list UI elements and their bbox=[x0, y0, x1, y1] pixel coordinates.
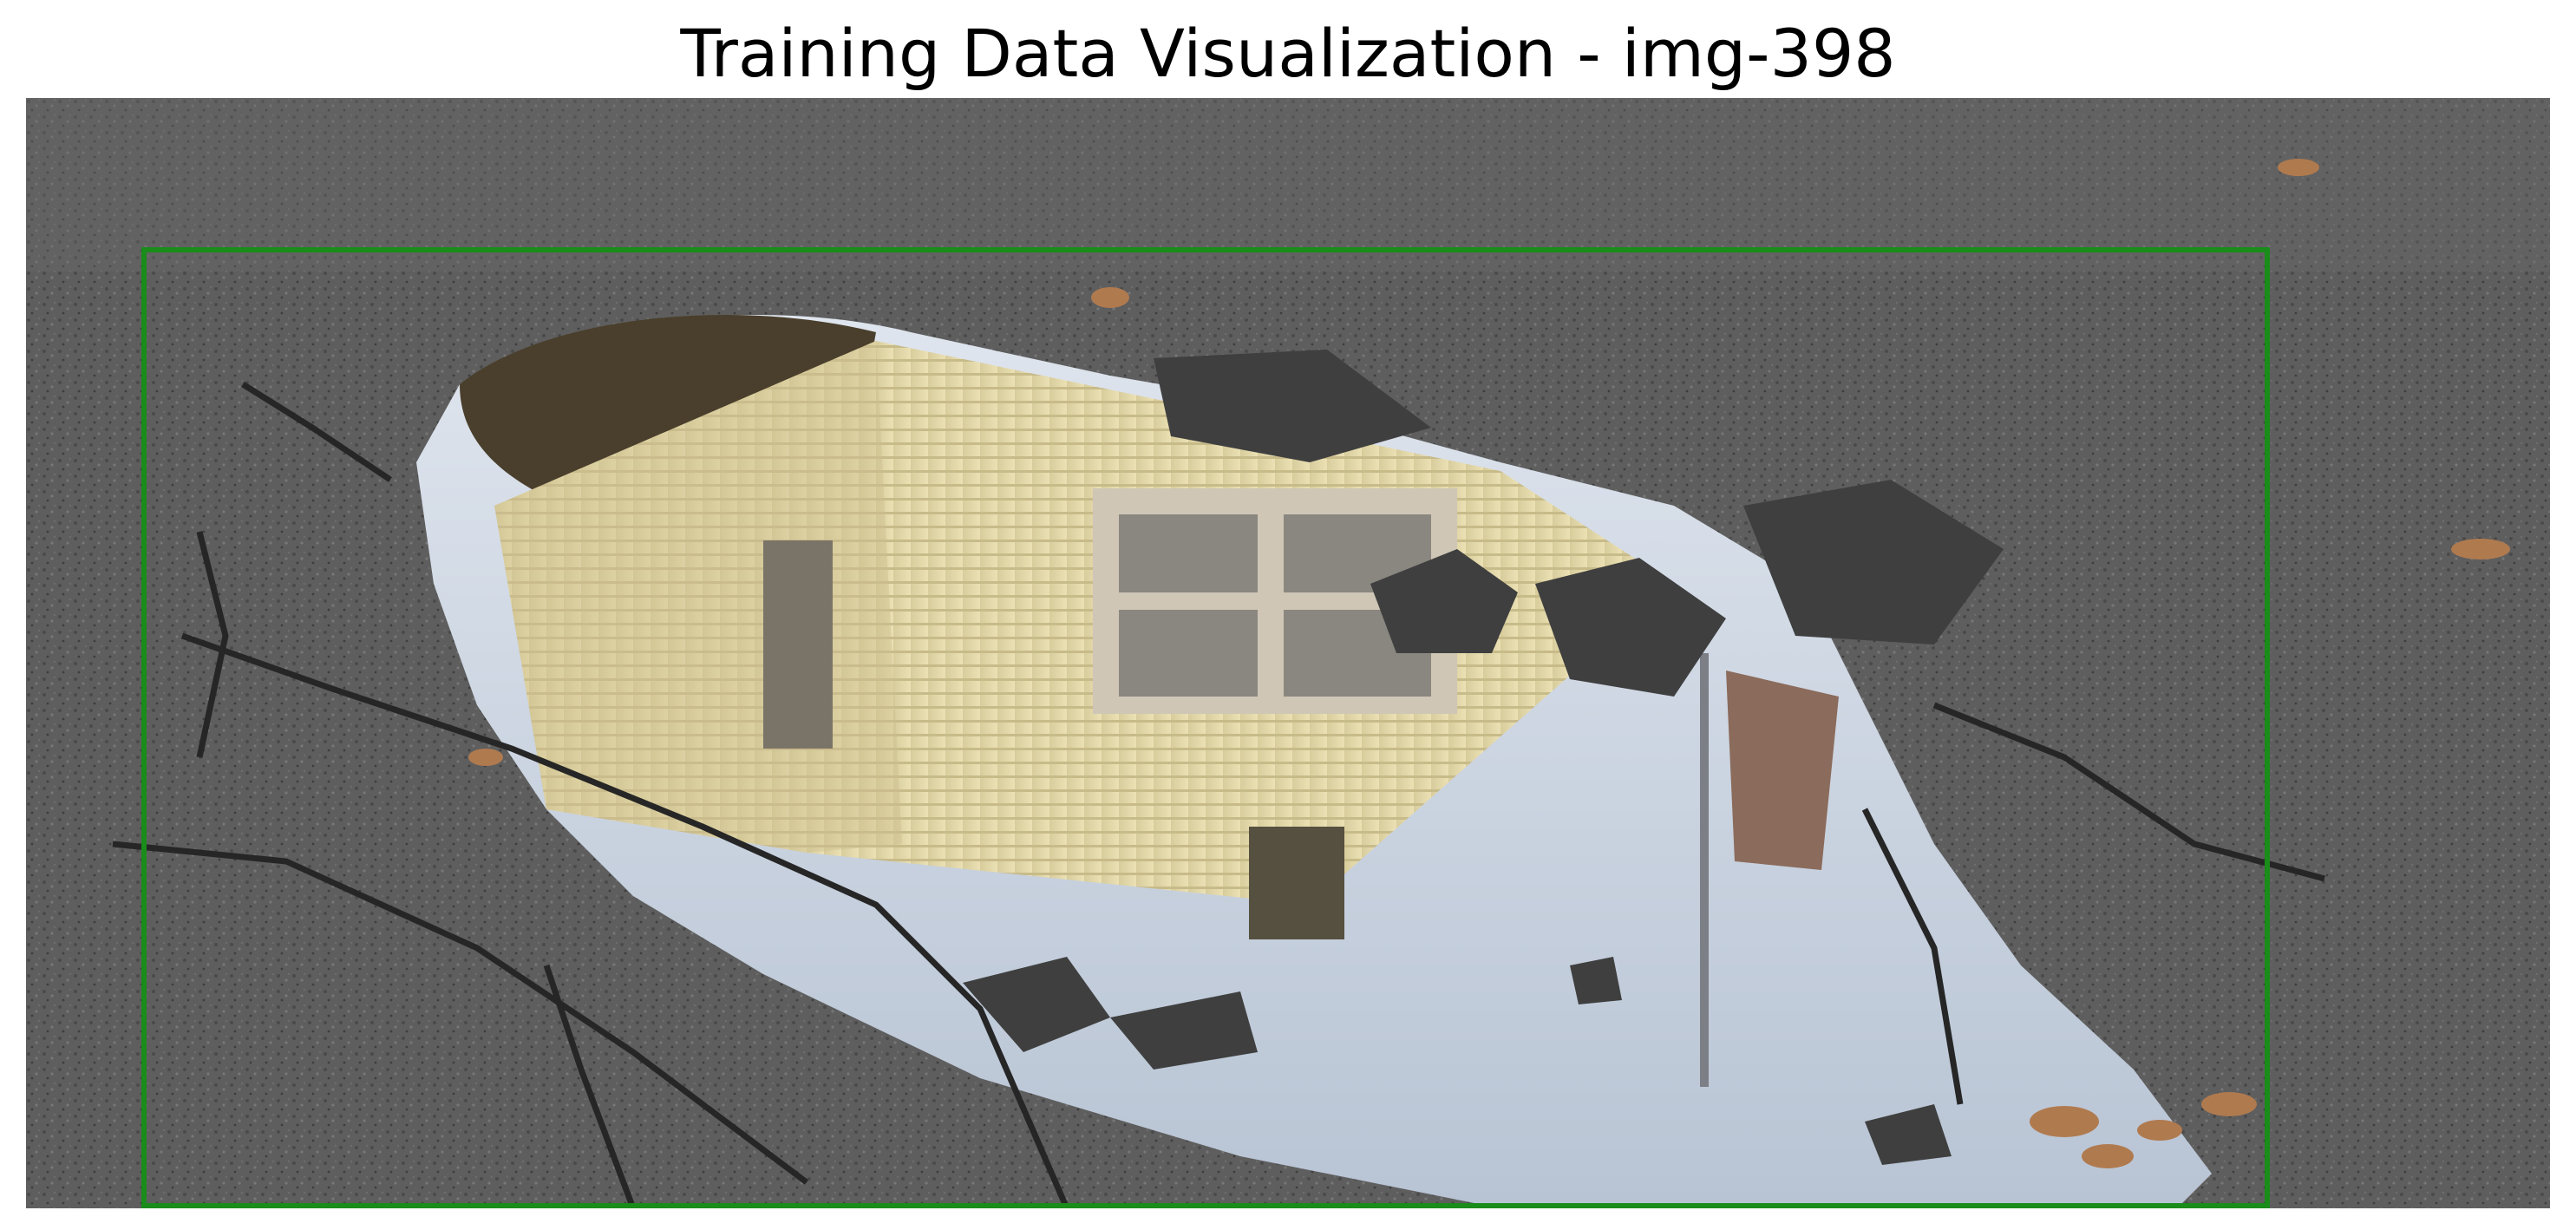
visualization-page: Training Data Visualization - img-398 bbox=[0, 0, 2576, 1230]
page-title: Training Data Visualization - img-398 bbox=[680, 15, 1896, 92]
training-image bbox=[26, 98, 2550, 1208]
pothole-scene bbox=[26, 98, 2550, 1208]
